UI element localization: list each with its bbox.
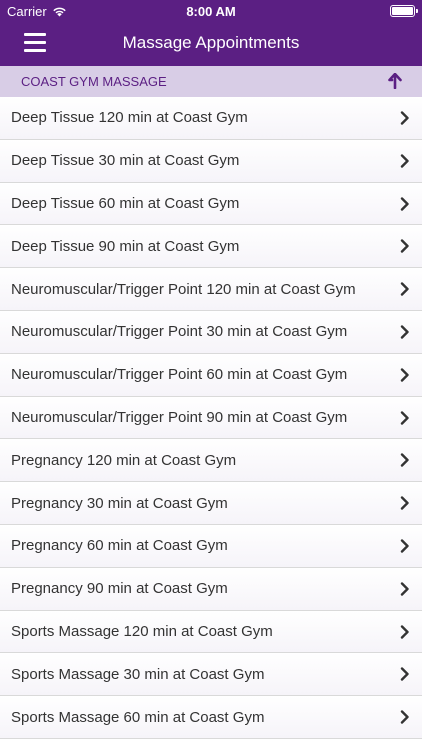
list-item-label: Neuromuscular/Trigger Point 30 min at Co… [11, 323, 348, 341]
status-time: 8:00 AM [186, 4, 236, 19]
list-item-label: Neuromuscular/Trigger Point 90 min at Co… [11, 408, 348, 426]
chevron-right-icon [400, 624, 409, 639]
chevron-right-icon [400, 667, 409, 682]
list-item[interactable]: Neuromuscular/Trigger Point 60 min at Co… [0, 353, 422, 397]
list-item[interactable]: Sports Massage 60 min at Coast Gym [0, 696, 422, 739]
list-item-label: Deep Tissue 30 min at Coast Gym [11, 152, 240, 170]
chevron-right-icon [400, 196, 409, 211]
section-header[interactable]: COAST GYM MASSAGE [0, 66, 422, 97]
page-title: Massage Appointments [122, 33, 300, 52]
chevron-right-icon [400, 710, 409, 724]
chevron-right-icon [400, 368, 409, 382]
arrow-up-icon[interactable] [388, 73, 402, 89]
chevron-right-icon [400, 239, 409, 254]
section-title: COAST GYM MASSAGE [21, 74, 167, 89]
list-item-label: Deep Tissue 120 min at Coast Gym [11, 109, 248, 127]
chevron-right-icon [400, 453, 409, 468]
chevron-right-icon [400, 496, 409, 510]
list-item[interactable]: Deep Tissue 120 min at Coast Gym [0, 97, 422, 140]
list-item[interactable]: Sports Massage 30 min at Coast Gym [0, 653, 422, 697]
list-item-label: Sports Massage 30 min at Coast Gym [11, 665, 265, 683]
list-item[interactable]: Deep Tissue 30 min at Coast Gym [0, 139, 422, 183]
list-item[interactable]: Neuromuscular/Trigger Point 120 min at C… [0, 268, 422, 311]
list-item[interactable]: Pregnancy 30 min at Coast Gym [0, 482, 422, 525]
chevron-right-icon [400, 410, 409, 425]
chevron-right-icon [400, 111, 409, 125]
list-item[interactable]: Pregnancy 60 min at Coast Gym [0, 524, 422, 568]
chevron-right-icon [400, 539, 409, 553]
list-item[interactable]: Pregnancy 120 min at Coast Gym [0, 439, 422, 483]
list-item-label: Pregnancy 30 min at Coast Gym [11, 494, 228, 512]
battery-icon [390, 5, 418, 17]
list-item[interactable]: Deep Tissue 60 min at Coast Gym [0, 182, 422, 226]
list-item[interactable]: Sports Massage 120 min at Coast Gym [0, 610, 422, 654]
list-item-label: Neuromuscular/Trigger Point 120 min at C… [11, 280, 356, 298]
chevron-right-icon [400, 325, 409, 339]
list-item-label: Deep Tissue 90 min at Coast Gym [11, 237, 240, 255]
appointment-list: Deep Tissue 120 min at Coast Gym Deep Tis… [0, 97, 422, 750]
list-item[interactable]: Deep Tissue 90 min at Coast Gym [0, 225, 422, 269]
app-header: Carrier 8:00 AM Massage Appointments [0, 0, 422, 66]
list-item-label: Pregnancy 60 min at Coast Gym [11, 537, 228, 555]
list-item-label: Deep Tissue 60 min at Coast Gym [11, 194, 240, 212]
battery-tip [416, 9, 418, 13]
chevron-right-icon [400, 582, 409, 596]
list-item-label: Neuromuscular/Trigger Point 60 min at Co… [11, 366, 348, 384]
status-bar: Carrier 8:00 AM [0, 0, 422, 22]
list-item-label: Pregnancy 90 min at Coast Gym [11, 580, 228, 598]
list-item[interactable]: Pregnancy 90 min at Coast Gym [0, 567, 422, 611]
chevron-right-icon [400, 154, 409, 168]
list-item[interactable]: Neuromuscular/Trigger Point 90 min at Co… [0, 396, 422, 440]
chevron-right-icon [400, 282, 409, 296]
list-item-label: Sports Massage 120 min at Coast Gym [11, 622, 273, 640]
list-item-label: Pregnancy 120 min at Coast Gym [11, 451, 237, 469]
list-item[interactable]: Neuromuscular/Trigger Point 30 min at Co… [0, 310, 422, 354]
list-item-label: Sports Massage 60 min at Coast Gym [11, 708, 265, 726]
battery-level [392, 7, 413, 15]
